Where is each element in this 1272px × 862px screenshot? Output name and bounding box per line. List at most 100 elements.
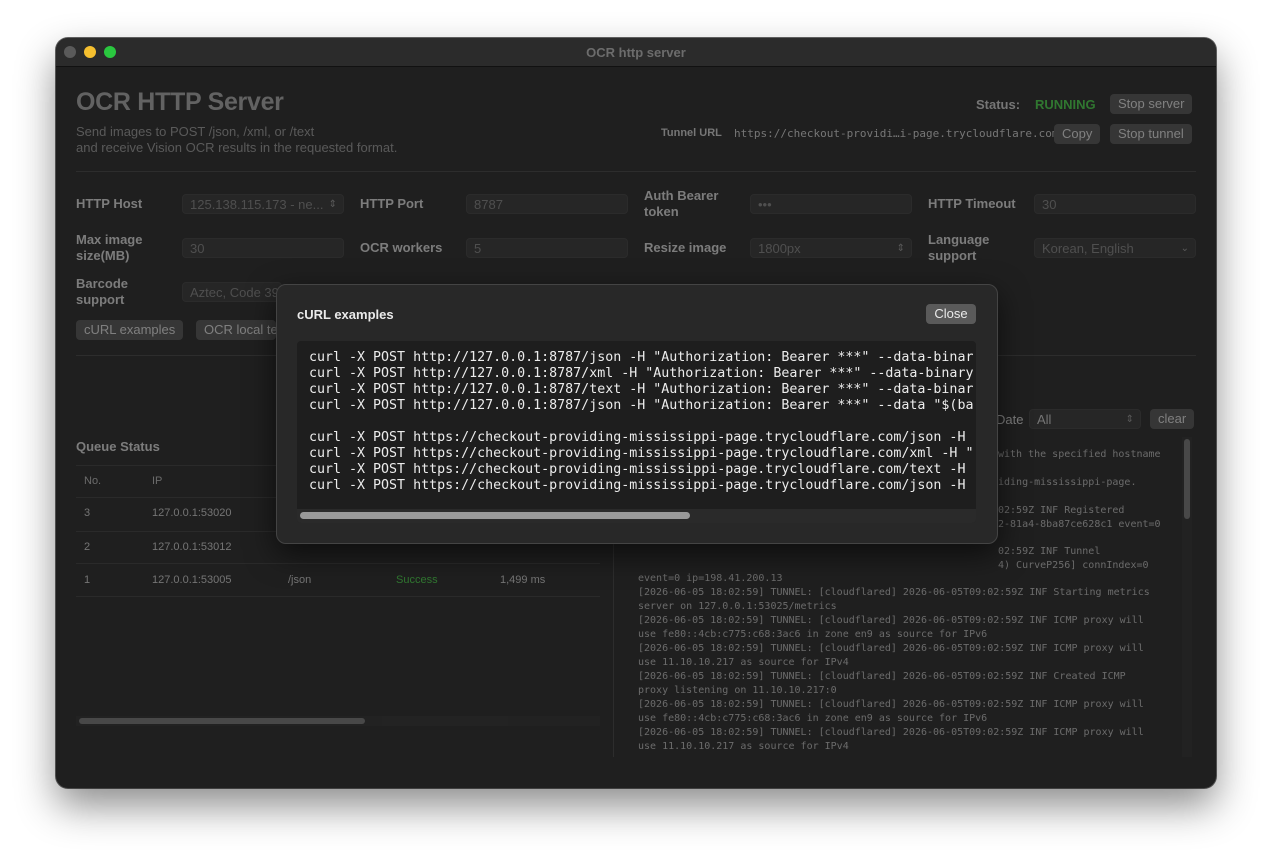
chevron-updown-icon: ⇕ xyxy=(1125,414,1134,425)
lang-label-line-1: Language xyxy=(928,232,990,247)
http-host-label: HTTP Host xyxy=(76,196,143,211)
col-ip-header: IP xyxy=(152,475,163,487)
code-line: curl -X POST https://checkout-providing-… xyxy=(309,462,966,477)
log-date-label: Date xyxy=(996,412,1024,427)
row-no: 3 xyxy=(84,507,91,519)
barcode-support-label: Barcode support xyxy=(76,276,128,308)
subtitle-line-2: and receive Vision OCR results in the re… xyxy=(76,140,398,155)
scroll-thumb[interactable] xyxy=(300,512,690,519)
curl-examples-dialog: cURL examples Close curl -X POST http://… xyxy=(276,284,998,544)
log-line: use fe80::4cb:c775:c68:3ac6 in zone en9 … xyxy=(638,629,988,640)
log-line: [2026-06-05 18:02:59] TUNNEL: [cloudflar… xyxy=(638,727,1144,738)
scroll-thumb[interactable] xyxy=(1184,439,1190,519)
log-line: event=0 ip=198.41.200.13 xyxy=(638,573,783,584)
http-timeout-input[interactable]: 30 xyxy=(1034,194,1196,214)
close-dialog-button[interactable]: Close xyxy=(926,304,976,324)
chevron-updown-icon: ⇕ xyxy=(328,199,337,210)
status-label: Status: xyxy=(976,97,1021,112)
log-vertical-scrollbar[interactable] xyxy=(1182,437,1192,757)
max-label-line-2: size(MB) xyxy=(76,248,130,263)
log-line: use fe80::4cb:c775:c68:3ac6 in zone en9 … xyxy=(638,713,988,724)
lang-label-line-2: support xyxy=(928,248,977,263)
stop-tunnel-button[interactable]: Stop tunnel xyxy=(1110,124,1192,144)
status-badge: RUNNING xyxy=(1035,97,1096,112)
max-image-size-label: Max image size(MB) xyxy=(76,232,142,264)
code-line: curl -X POST http://127.0.0.1:8787/text … xyxy=(309,382,974,397)
stop-server-button[interactable]: Stop server xyxy=(1110,94,1193,114)
code-line: curl -X POST http://127.0.0.1:8787/json … xyxy=(309,398,974,413)
curl-code-block[interactable]: curl -X POST http://127.0.0.1:8787/json … xyxy=(297,341,976,523)
max-label-line-1: Max image xyxy=(76,232,143,247)
resize-image-select[interactable]: 1800px ⇕ xyxy=(750,238,912,258)
http-port-label: HTTP Port xyxy=(360,196,424,211)
tunnel-url-label: Tunnel URL xyxy=(661,127,722,139)
row-no: 2 xyxy=(84,541,91,553)
language-support-select[interactable]: Korean, English ⌄ xyxy=(1034,238,1196,258)
auth-token-input[interactable]: ••• xyxy=(750,194,912,214)
curl-examples-button[interactable]: cURL examples xyxy=(76,320,184,340)
auth-token-label: Auth Bearer token xyxy=(644,188,718,220)
tunnel-url-value: https://checkout-providi…i-page.trycloud… xyxy=(734,127,1059,140)
subtitle-line-1: Send images to POST /json, /xml, or /tex… xyxy=(76,124,315,139)
http-host-select[interactable]: 125.138.115.173 - ne... ⇕ xyxy=(182,194,344,214)
title-bar: OCR http server xyxy=(56,38,1216,67)
barcode-label-line-1: Barcode xyxy=(76,276,129,291)
row-path: /json xyxy=(288,574,312,586)
barcode-support-select[interactable]: Aztec, Code 39 xyxy=(182,282,282,302)
log-filter-value: All xyxy=(1037,412,1052,427)
http-host-value: 125.138.115.173 - ne... xyxy=(190,197,324,212)
language-support-value: Korean, English xyxy=(1042,241,1134,256)
language-support-label: Language support xyxy=(928,232,989,264)
ocr-workers-label: OCR workers xyxy=(360,240,443,255)
log-line: iding-mississippi-page. xyxy=(998,477,1137,488)
dialog-title: cURL examples xyxy=(297,307,394,322)
log-line: [2026-06-05 18:02:59] TUNNEL: [cloudflar… xyxy=(638,615,1144,626)
log-line: use 11.10.10.217 as source for IPv4 xyxy=(638,657,849,668)
log-line: [2026-06-05 18:02:59] TUNNEL: [cloudflar… xyxy=(638,643,1144,654)
code-line: curl -X POST https://checkout-providing-… xyxy=(309,446,974,461)
log-line: [2026-06-05 18:02:59] TUNNEL: [cloudflar… xyxy=(638,587,1150,598)
log-line: use 11.10.10.217 as source for IPv4 xyxy=(638,741,849,752)
max-image-size-input[interactable]: 30 xyxy=(182,238,344,258)
row-time: 1,499 ms xyxy=(500,574,546,586)
row-divider xyxy=(76,596,600,597)
copy-button[interactable]: Copy xyxy=(1054,124,1101,144)
code-line: curl -X POST http://127.0.0.1:8787/json … xyxy=(309,350,974,365)
row-no: 1 xyxy=(84,574,91,586)
queue-horizontal-scrollbar[interactable] xyxy=(76,716,600,726)
window-title: OCR http server xyxy=(586,45,686,60)
code-line: curl -X POST https://checkout-providing-… xyxy=(309,430,966,445)
scroll-thumb[interactable] xyxy=(79,718,365,724)
log-line: [2026-06-05 18:02:59] TUNNEL: [cloudflar… xyxy=(638,699,1144,710)
row-ip: 127.0.0.1:53005 xyxy=(152,574,232,586)
log-line: [2026-06-05 18:02:59] TUNNEL: [cloudflar… xyxy=(638,671,1126,682)
clear-log-button[interactable]: clear xyxy=(1150,409,1195,429)
auth-label-line-2: token xyxy=(644,204,679,219)
header-divider xyxy=(76,171,1196,172)
row-ip: 127.0.0.1:53012 xyxy=(152,541,232,553)
log-line: 02:59Z INF Tunnel xyxy=(998,546,1101,557)
ocr-local-test-button[interactable]: OCR local te xyxy=(196,320,276,340)
ocr-workers-input[interactable]: 5 xyxy=(466,238,628,258)
col-no-header: No. xyxy=(84,475,102,487)
row-result: Success xyxy=(396,574,438,586)
log-line: proxy listening on 11.10.10.217:0 xyxy=(638,685,837,696)
code-line: curl -X POST http://127.0.0.1:8787/xml -… xyxy=(309,366,974,381)
code-line: curl -X POST https://checkout-providing-… xyxy=(309,478,966,493)
code-horizontal-scrollbar[interactable] xyxy=(297,509,976,523)
auth-label-line-1: Auth Bearer xyxy=(644,188,719,203)
http-port-input[interactable]: 8787 xyxy=(466,194,628,214)
log-line: 2-81a4-8ba87ce628c1 event=0 xyxy=(998,519,1161,530)
log-line: with the specified hostname xyxy=(998,449,1161,460)
log-filter-select[interactable]: All ⇕ xyxy=(1029,409,1141,429)
log-line: server on 127.0.0.1:53025/metrics xyxy=(638,601,837,612)
page-title: OCR HTTP Server xyxy=(76,88,284,116)
row-divider xyxy=(76,563,600,564)
resize-image-label: Resize image xyxy=(644,240,727,255)
chevron-down-icon: ⌄ xyxy=(1180,243,1189,254)
log-line: 4) CurveP256] connIndex=0 xyxy=(998,560,1149,571)
barcode-label-line-2: support xyxy=(76,292,125,307)
resize-image-value: 1800px xyxy=(758,241,801,256)
chevron-updown-icon: ⇕ xyxy=(896,243,905,254)
http-timeout-label: HTTP Timeout xyxy=(928,196,1016,211)
